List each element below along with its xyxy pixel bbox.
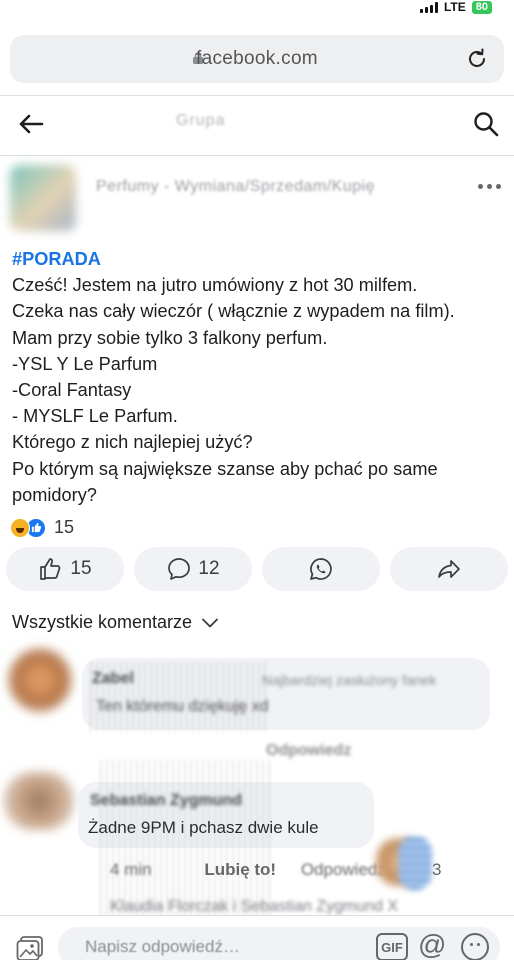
avatar[interactable]: [4, 772, 74, 830]
photo-icon[interactable]: [16, 935, 44, 960]
reaction-count: 15: [54, 517, 75, 537]
hashtag-link[interactable]: #PORADA: [12, 246, 508, 272]
comment-time: 4 min: [110, 860, 152, 879]
divider: [0, 155, 514, 156]
post-line: pomidory?: [12, 484, 97, 505]
group-name[interactable]: Perfumy - Wymiana/Sprzedam/Kupię: [96, 178, 375, 196]
divider: [0, 915, 514, 916]
reply-placeholder: Napisz odpowiedź…: [85, 937, 240, 956]
page-title: Grupa: [176, 112, 226, 129]
signal-icon: [419, 1, 438, 13]
post-text: #PORADA Cześć! Jestem na jutro umówiony …: [12, 246, 508, 508]
whatsapp-share-button[interactable]: [262, 547, 380, 591]
comment-text: Żadne 9PM i pchasz dwie kule: [88, 818, 319, 837]
status-indicators: LTE 80: [419, 0, 492, 14]
group-avatar[interactable]: [10, 165, 76, 231]
like-button[interactable]: 15: [6, 547, 124, 591]
author-badge: Najbardziej zasłużony fanek: [262, 672, 437, 688]
comment-author[interactable]: Zabel: [92, 670, 134, 688]
whatsapp-icon: [310, 558, 332, 580]
address-bar[interactable]: facebook.com: [10, 35, 504, 83]
share-button[interactable]: [390, 547, 508, 591]
mention-icon[interactable]: @: [418, 929, 446, 960]
post-line: Cześć! Jestem na jutro umówiony z hot 30…: [12, 275, 418, 296]
like-count: 15: [70, 558, 92, 579]
comments-filter-dropdown[interactable]: Wszystkie komentarze: [12, 612, 218, 633]
comment-author[interactable]: Sebastian Zygmund: [90, 792, 242, 810]
glitch-overlay: [100, 760, 270, 920]
share-arrow-icon: [438, 560, 460, 578]
divider: [0, 95, 514, 96]
reply-link[interactable]: Odpowiedz: [301, 860, 386, 879]
post-line: Czeka nas cały wieczór ( włącznie z wypa…: [12, 301, 455, 322]
comment-text: Ten któremu dziękuję xd: [96, 698, 269, 715]
reload-icon[interactable]: [465, 47, 489, 71]
comment-count: 12: [198, 558, 220, 579]
network-label: LTE: [443, 0, 466, 14]
like-comment-link[interactable]: Lubię to!: [204, 860, 276, 879]
reactions-summary[interactable]: 15: [10, 517, 74, 538]
url-text: facebook.com: [196, 48, 318, 69]
post-line: -Coral Fantasy: [12, 380, 132, 401]
chevron-down-icon: [202, 618, 218, 627]
haha-reaction-icon: [10, 517, 30, 538]
comment-bubble-icon: [168, 558, 191, 580]
battery-icon: 80: [471, 0, 492, 14]
avatar: [398, 836, 432, 890]
comment-button[interactable]: 12: [134, 547, 252, 591]
replies-preview[interactable]: Klaudia Florczak i Sebastian Zygmund X: [110, 898, 398, 916]
reaction-count: 3: [432, 860, 442, 879]
post-line: - MYSLF Le Parfum.: [12, 406, 178, 427]
post-line: Mam przy sobie tylko 3 falkony perfum.: [12, 327, 328, 348]
emoji-icon[interactable]: [461, 933, 489, 960]
avatar[interactable]: [8, 648, 72, 712]
reply-link[interactable]: Odpowiedz: [266, 742, 351, 760]
comments-filter-label: Wszystkie komentarze: [12, 612, 193, 632]
search-icon[interactable]: [472, 110, 500, 138]
more-options-icon[interactable]: [476, 176, 502, 196]
gif-icon[interactable]: GIF: [376, 933, 408, 960]
reply-composer: Napisz odpowiedź… GIF @: [0, 915, 514, 960]
status-bar: LTE 80: [0, 0, 514, 18]
post-line: -YSL Y Le Parfum: [12, 353, 158, 374]
post-line: Po którym są największe szanse aby pchać…: [12, 458, 438, 479]
back-arrow-icon[interactable]: [18, 112, 44, 136]
post-line: Którego z nich najlepiej użyć?: [12, 432, 253, 453]
comment-actions: 4 min Lubię to! Odpowiedz: [110, 860, 386, 880]
thumbs-up-icon: [40, 558, 61, 580]
